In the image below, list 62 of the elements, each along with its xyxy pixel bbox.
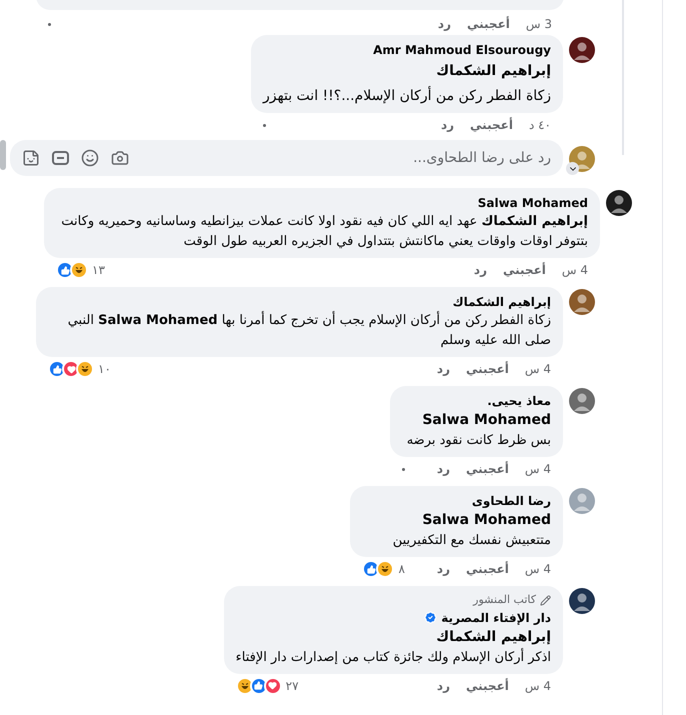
like-link[interactable]: أعجبني (470, 116, 513, 134)
comment-time[interactable]: ٤٠ د (528, 116, 551, 134)
reply-input[interactable]: رد على رضا الطحاوى... (141, 148, 551, 168)
verified-icon (424, 611, 438, 624)
comment-text: متتعبيش نفسك مع التكفيريين (392, 532, 551, 550)
reply-link[interactable]: رد (438, 15, 451, 33)
comment-author[interactable]: Amr Mahmoud Elsourougy (263, 41, 551, 59)
comment-text: بس ظرط كانت نقود برضه (406, 432, 551, 450)
like-reaction-icon (56, 261, 74, 279)
like-link[interactable]: أعجبني (466, 676, 509, 694)
comment-author[interactable]: إبراهيم الشكماك (452, 293, 551, 311)
laughing-face-icon (76, 360, 94, 378)
like-link[interactable]: أعجبني (466, 560, 509, 578)
avatar[interactable] (569, 37, 595, 63)
dot-separator (402, 468, 405, 470)
comment-time[interactable]: 4 س (524, 676, 551, 694)
mention[interactable]: Salwa Mohamed (402, 410, 551, 431)
reply-link[interactable]: رد (474, 261, 487, 279)
like-link[interactable]: أعجبني (466, 15, 510, 33)
heart-reaction-icon (264, 676, 282, 694)
avatar[interactable] (569, 588, 595, 614)
laughing-face-icon (70, 261, 88, 279)
like-link[interactable]: أعجبني (466, 360, 509, 378)
dot-separator (263, 124, 266, 126)
comment-time[interactable]: 4 س (524, 460, 551, 478)
mention[interactable]: Salwa Mohamed (362, 510, 551, 531)
like-link[interactable]: أعجبني (466, 460, 509, 478)
reply-link[interactable]: رد (436, 360, 450, 378)
camera-icon[interactable] (111, 149, 129, 167)
like-reaction-icon (48, 360, 66, 378)
reply-link[interactable]: رد (436, 460, 450, 478)
comment-time[interactable]: 4 س (524, 360, 551, 378)
comment-author[interactable]: Salwa Mohamed (478, 194, 588, 212)
like-link[interactable]: أعجبني (502, 261, 546, 279)
comment-text: اذكر أركان الإسلام ولك جائزة كتاب من إصدارات دار الإفتاء (236, 648, 551, 666)
comment-time[interactable]: 4 س (562, 261, 588, 279)
comment-time[interactable]: 4 س (524, 560, 551, 578)
reaction-count[interactable]: ١٣ (92, 261, 105, 279)
comment-time[interactable]: 3 س (526, 15, 552, 33)
comment-text: إبراهيم الشكماك عهد ايه اللي كان فيه نقود اولا كانت عملات بيزانطيه وساسانيه وحميريه وكانت بتتوفر اوقات واوقات يعني ماكانتش بتتداول في الجزيره العربيه طول الوقت (60, 213, 588, 251)
scroll-thumb[interactable] (0, 140, 6, 170)
reaction-count[interactable]: ٢٧ (286, 676, 299, 694)
smiley-icon[interactable] (81, 149, 99, 167)
dot-separator (48, 22, 51, 26)
mention[interactable]: إبراهيم الشكماك (236, 626, 551, 648)
laughing-face-icon (236, 676, 254, 694)
reply-link[interactable]: رد (436, 676, 450, 694)
author-role-label: كاتب المنشور (473, 592, 536, 608)
avatar[interactable] (606, 190, 632, 216)
sticker-icon[interactable] (22, 149, 40, 167)
reaction-count[interactable]: ٨ (398, 560, 405, 578)
reply-link[interactable]: رد (440, 116, 454, 134)
pencil-icon (540, 594, 551, 606)
chevron-icon[interactable] (566, 162, 579, 175)
comment-author[interactable]: دار الإفتاء المصرية (441, 608, 551, 626)
comment-author[interactable]: معاذ يحيى. (487, 392, 551, 410)
mention[interactable]: إبراهيم الشكماك (263, 61, 551, 82)
reaction-count[interactable]: ١٠ (98, 360, 111, 378)
reply-field[interactable]: رد على رضا الطحاوى... (10, 140, 563, 176)
reply-link[interactable]: رد (436, 560, 450, 578)
comment-author[interactable]: رضا الطحاوى (472, 492, 551, 510)
comment-text: زكاة الفطر ركن من أركان الإسلام...؟!! انت بتهزر (263, 86, 551, 106)
